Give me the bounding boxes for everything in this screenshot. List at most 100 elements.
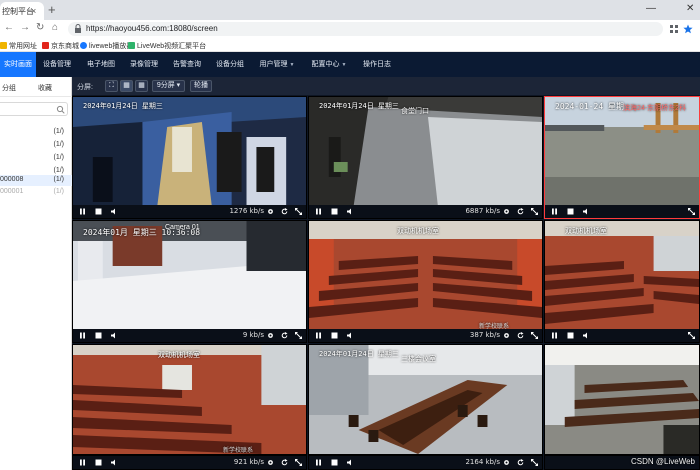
expand-icon[interactable]	[295, 459, 302, 466]
expand-icon[interactable]	[531, 459, 538, 466]
nav-user-management[interactable]: 用户管理 ▼	[256, 52, 298, 77]
video-cell-1[interactable]: 2024年01月24日 星期三 1276 kb/s	[72, 96, 307, 219]
stop-icon[interactable]	[331, 459, 338, 466]
refresh-icon[interactable]	[517, 332, 524, 339]
tab-close-icon[interactable]: ×	[31, 6, 36, 16]
expand-icon[interactable]	[688, 208, 695, 215]
stop-icon[interactable]	[331, 332, 338, 339]
refresh-icon[interactable]	[517, 208, 524, 215]
search-icon[interactable]	[56, 105, 65, 114]
camera-label: 食堂门口	[401, 108, 429, 115]
volume-icon[interactable]	[347, 208, 354, 215]
carousel-button[interactable]: 轮播	[190, 80, 212, 92]
pause-icon[interactable]	[551, 208, 558, 215]
stop-icon[interactable]	[567, 332, 574, 339]
close-window-icon[interactable]: ✕	[686, 3, 694, 14]
pause-icon[interactable]	[315, 459, 322, 466]
fullscreen-icon[interactable]: ⛶	[105, 80, 118, 92]
expand-icon[interactable]	[531, 208, 538, 215]
video-cell-4[interactable]: 2024年01月 星期三 10:36:08 Camera 01 9 kb/s	[72, 220, 307, 343]
nav-operation-log[interactable]: 操作日志	[360, 52, 394, 77]
pause-icon[interactable]	[79, 459, 86, 466]
tree-item[interactable]: 000001 (1/)	[0, 187, 72, 198]
nav-device-group[interactable]: 设备分组	[213, 52, 247, 77]
settings-icon[interactable]	[267, 459, 274, 466]
back-icon[interactable]: ←	[4, 22, 14, 33]
stop-icon[interactable]	[95, 459, 102, 466]
bookmark-item[interactable]: 常用网址	[0, 41, 37, 51]
tree-item[interactable]: (1/)	[0, 153, 72, 164]
home-icon[interactable]: ⌂	[52, 22, 58, 33]
nav-e-map[interactable]: 电子地图	[84, 52, 118, 77]
expand-icon[interactable]	[295, 332, 302, 339]
expand-icon[interactable]	[295, 208, 302, 215]
bitrate-readout: 2164 kb/s	[465, 458, 500, 466]
grid-9-icon[interactable]: ▦	[135, 80, 148, 92]
refresh-icon[interactable]	[281, 459, 288, 466]
bookmark-item[interactable]: LiveWeb视频汇聚平台	[128, 41, 206, 51]
reload-icon[interactable]: ↻	[36, 22, 44, 33]
nav-recording[interactable]: 录像管理	[127, 52, 161, 77]
nav-config-center[interactable]: 配置中心 ▼	[308, 52, 350, 77]
video-cell-9[interactable]: CSDN @LiveWeb	[544, 344, 700, 470]
url-text: https://haoyou456.com:18080/screen	[86, 24, 218, 33]
video-cell-7[interactable]: 双动机机场室 新学校联系 921 kb/s	[72, 344, 307, 470]
volume-icon[interactable]	[583, 208, 590, 215]
tree-item[interactable]: (1/)	[0, 140, 72, 151]
pause-icon[interactable]	[551, 332, 558, 339]
volume-icon[interactable]	[347, 332, 354, 339]
camera-label: 双动机机场室	[158, 352, 200, 359]
grid-app-icon[interactable]	[669, 24, 679, 34]
settings-icon[interactable]	[503, 459, 510, 466]
nav-live-view[interactable]: 实时画面	[0, 52, 36, 77]
video-wall: 分屏: ⛶ ▦ ▦ 9分屏 ▾ 轮播 2024年01月24日 星期三 1276 …	[72, 77, 700, 470]
video-cell-6[interactable]: 双动机机场室	[544, 220, 700, 343]
bookmark-item[interactable]: 京东商城	[42, 41, 79, 51]
video-cell-2[interactable]: 2024年01月24日 星期三 食堂门口 6887 kb/s	[308, 96, 543, 219]
star-bookmark-icon[interactable]	[683, 24, 693, 34]
tree-item-selected[interactable]: 000008 (1/)	[0, 175, 72, 186]
settings-icon[interactable]	[503, 332, 510, 339]
video-cell-3-selected[interactable]: 2024-01-24 星期 滨海24-东阴桥东2科	[544, 96, 700, 219]
stop-icon[interactable]	[95, 208, 102, 215]
stop-icon[interactable]	[567, 208, 574, 215]
refresh-icon[interactable]	[281, 332, 288, 339]
tab-favorites[interactable]: 收藏	[38, 83, 52, 93]
player-icon	[80, 42, 87, 49]
volume-icon[interactable]	[583, 332, 590, 339]
pause-icon[interactable]	[79, 332, 86, 339]
video-cell-5[interactable]: 双动机机场室 新学校联系 387 kb/s	[308, 220, 543, 343]
pause-icon[interactable]	[315, 208, 322, 215]
bookmark-item[interactable]: liveweb播放器	[80, 41, 133, 51]
pause-icon[interactable]	[315, 332, 322, 339]
split-select[interactable]: 9分屏 ▾	[152, 80, 185, 92]
refresh-icon[interactable]	[281, 208, 288, 215]
tree-item[interactable]: (1/)	[0, 127, 72, 138]
video-cell-8[interactable]: 2024年01月24日 星期三 三楼会议室 2164 kb/s	[308, 344, 543, 470]
pause-icon[interactable]	[79, 208, 86, 215]
volume-icon[interactable]	[111, 459, 118, 466]
settings-icon[interactable]	[503, 208, 510, 215]
grid-4-icon[interactable]: ▦	[120, 80, 133, 92]
url-field[interactable]: https://haoyou456.com:18080/screen	[68, 22, 663, 36]
minimize-icon[interactable]: —	[646, 3, 656, 14]
forward-icon[interactable]: →	[20, 22, 30, 33]
device-search-input[interactable]	[0, 102, 68, 116]
browser-tab[interactable]: 控制平台 ×	[0, 2, 44, 20]
nav-device-management[interactable]: 设备管理	[40, 52, 74, 77]
settings-icon[interactable]	[267, 208, 274, 215]
expand-icon[interactable]	[531, 332, 538, 339]
device-tree-panel: 分组 收藏 (1/) (1/) (1/) (1/) 000008 (1/) 000…	[0, 77, 72, 470]
tab-group[interactable]: 分组	[2, 83, 16, 93]
stop-icon[interactable]	[331, 208, 338, 215]
cell-controls: 387 kb/s	[309, 329, 542, 342]
expand-icon[interactable]	[688, 332, 695, 339]
new-tab-icon[interactable]: +	[48, 2, 56, 17]
nav-alarm-query[interactable]: 告警查询	[170, 52, 204, 77]
refresh-icon[interactable]	[517, 459, 524, 466]
settings-icon[interactable]	[267, 332, 274, 339]
volume-icon[interactable]	[111, 332, 118, 339]
stop-icon[interactable]	[95, 332, 102, 339]
volume-icon[interactable]	[347, 459, 354, 466]
volume-icon[interactable]	[111, 208, 118, 215]
